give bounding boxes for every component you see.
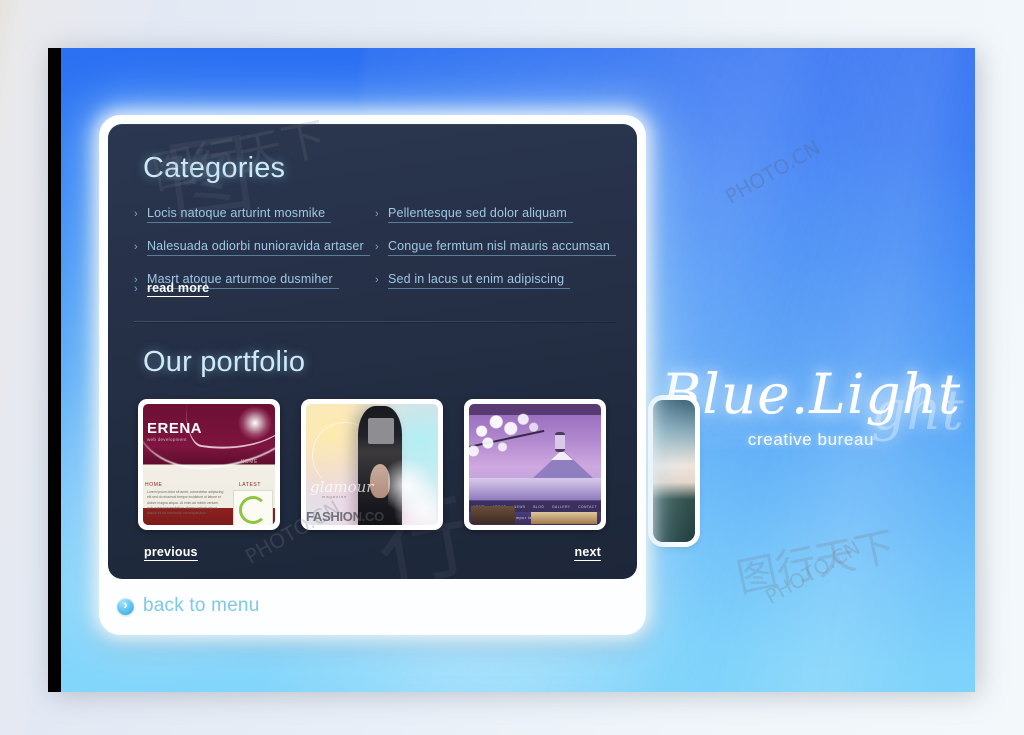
thumbnail-1-nav-latest: LATEST: [238, 482, 261, 488]
next-button[interactable]: next: [574, 545, 601, 561]
thumbnail-2-subtitle: magazine: [322, 494, 348, 499]
sakura-blossoms: [469, 410, 569, 476]
thumbnail-3-nav-item: CONTACT: [578, 504, 598, 509]
thumbnail-artwork-erena: ERENA web development HOME HOME LATEST L…: [143, 404, 275, 525]
chevron-right-circle-icon: [117, 596, 134, 615]
content-card: 图 行 Categories › Locis natoque arturint …: [100, 116, 645, 634]
chevron-right-icon: ›: [375, 208, 379, 220]
previous-button[interactable]: previous: [144, 545, 198, 561]
thumbnail-frame: ERENA web development HOME HOME LATEST L…: [143, 404, 275, 525]
thumbnail-1-nav-home-2: HOME: [145, 482, 163, 488]
blue-canvas: ght Blue.Light creative bureau 图 行 Categ…: [61, 48, 975, 692]
thumbnail-2-footer: FASHION.CO: [306, 509, 384, 524]
read-more-row[interactable]: › read more: [134, 281, 210, 297]
thumbnail-1-body-text: Lorem ipsum dolor sit amet, consectetur …: [147, 490, 224, 516]
dark-panel: 图 行 Categories › Locis natoque arturint …: [108, 124, 637, 579]
chevron-right-icon: ›: [375, 241, 379, 253]
categories-title: Categories: [143, 152, 286, 184]
categories-column-right: › Pellentesque sed dolor aliquam › Congu…: [375, 206, 616, 305]
thumbnail-3-nav-item: GALLERY: [552, 504, 571, 509]
water-band: [469, 478, 601, 500]
thumbnail-artwork-sakura: HOME ABOUT NEWS BLOG GALLERY CONTACT Nul…: [469, 404, 601, 525]
list-item[interactable]: › Congue fermtum nisl mauris accumsan: [375, 239, 616, 262]
page-root: ght Blue.Light creative bureau 图 行 Categ…: [0, 0, 1024, 735]
thumbnail-1-chart: [233, 490, 273, 525]
chevron-right-icon: ›: [375, 274, 379, 286]
back-to-menu-link[interactable]: back to menu: [117, 595, 259, 617]
thumbnail-frame: HOME ABOUT NEWS BLOG GALLERY CONTACT Nul…: [469, 404, 601, 525]
chevron-right-icon: ›: [134, 283, 138, 295]
category-link[interactable]: Nalesuada odiorbi nunioravida artaser: [147, 239, 370, 256]
thumbnail-artwork-glamour: glamour magazine FASHION.CO: [306, 404, 438, 525]
back-to-menu-label: back to menu: [143, 595, 260, 616]
portfolio-thumbnail-3[interactable]: HOME ABOUT NEWS BLOG GALLERY CONTACT Nul…: [464, 399, 606, 530]
canvas-spine: [48, 48, 62, 692]
portfolio-thumbnails: ERENA web development HOME HOME LATEST L…: [138, 399, 606, 530]
list-item[interactable]: › Locis natoque arturint mosmike: [134, 206, 375, 229]
portfolio-thumbnail-2[interactable]: glamour magazine FASHION.CO: [301, 399, 443, 530]
category-link[interactable]: Locis natoque arturint mosmike: [147, 206, 332, 223]
category-link[interactable]: Pellentesque sed dolor aliquam: [388, 206, 573, 223]
thumbnail-3-nav-item: BLOG: [533, 504, 545, 509]
thumbnail-frame: glamour magazine FASHION.CO: [306, 404, 438, 525]
thumbnail-1-nav-home: HOME: [240, 459, 258, 465]
read-more-link[interactable]: read more: [147, 281, 210, 297]
category-link[interactable]: Sed in lacus ut enim adipiscing: [388, 272, 571, 289]
list-item[interactable]: › Sed in lacus ut enim adipiscing: [375, 272, 616, 295]
chevron-right-icon: ›: [134, 241, 138, 253]
thumbnail-3-nav-item: NEWS: [513, 504, 526, 509]
lantern-icon: [555, 432, 565, 452]
portfolio-thumbnail-1[interactable]: ERENA web development HOME HOME LATEST L…: [138, 399, 280, 530]
peeking-slide-thumbnail[interactable]: [653, 400, 695, 542]
section-divider: [134, 321, 616, 322]
portfolio-title: Our portfolio: [143, 346, 306, 378]
portfolio-pager: previous next: [108, 545, 637, 575]
chevron-right-icon: ›: [134, 208, 138, 220]
decorative-flowers: [388, 456, 436, 525]
thumbnail-3-tile-b: [531, 512, 597, 524]
thumbnail-3-tile-a: [471, 506, 515, 524]
list-item[interactable]: › Nalesuada odiorbi nunioravida artaser: [134, 239, 375, 262]
thumbnail-1-logo: ERENA: [147, 420, 203, 437]
thumbnail-1-subtitle: web development: [147, 437, 187, 442]
model-face-blur: [368, 418, 394, 444]
category-link[interactable]: Congue fermtum nisl mauris accumsan: [388, 239, 616, 256]
decorative-lens-flare: [238, 406, 272, 440]
list-item[interactable]: › Pellentesque sed dolor aliquam: [375, 206, 616, 229]
